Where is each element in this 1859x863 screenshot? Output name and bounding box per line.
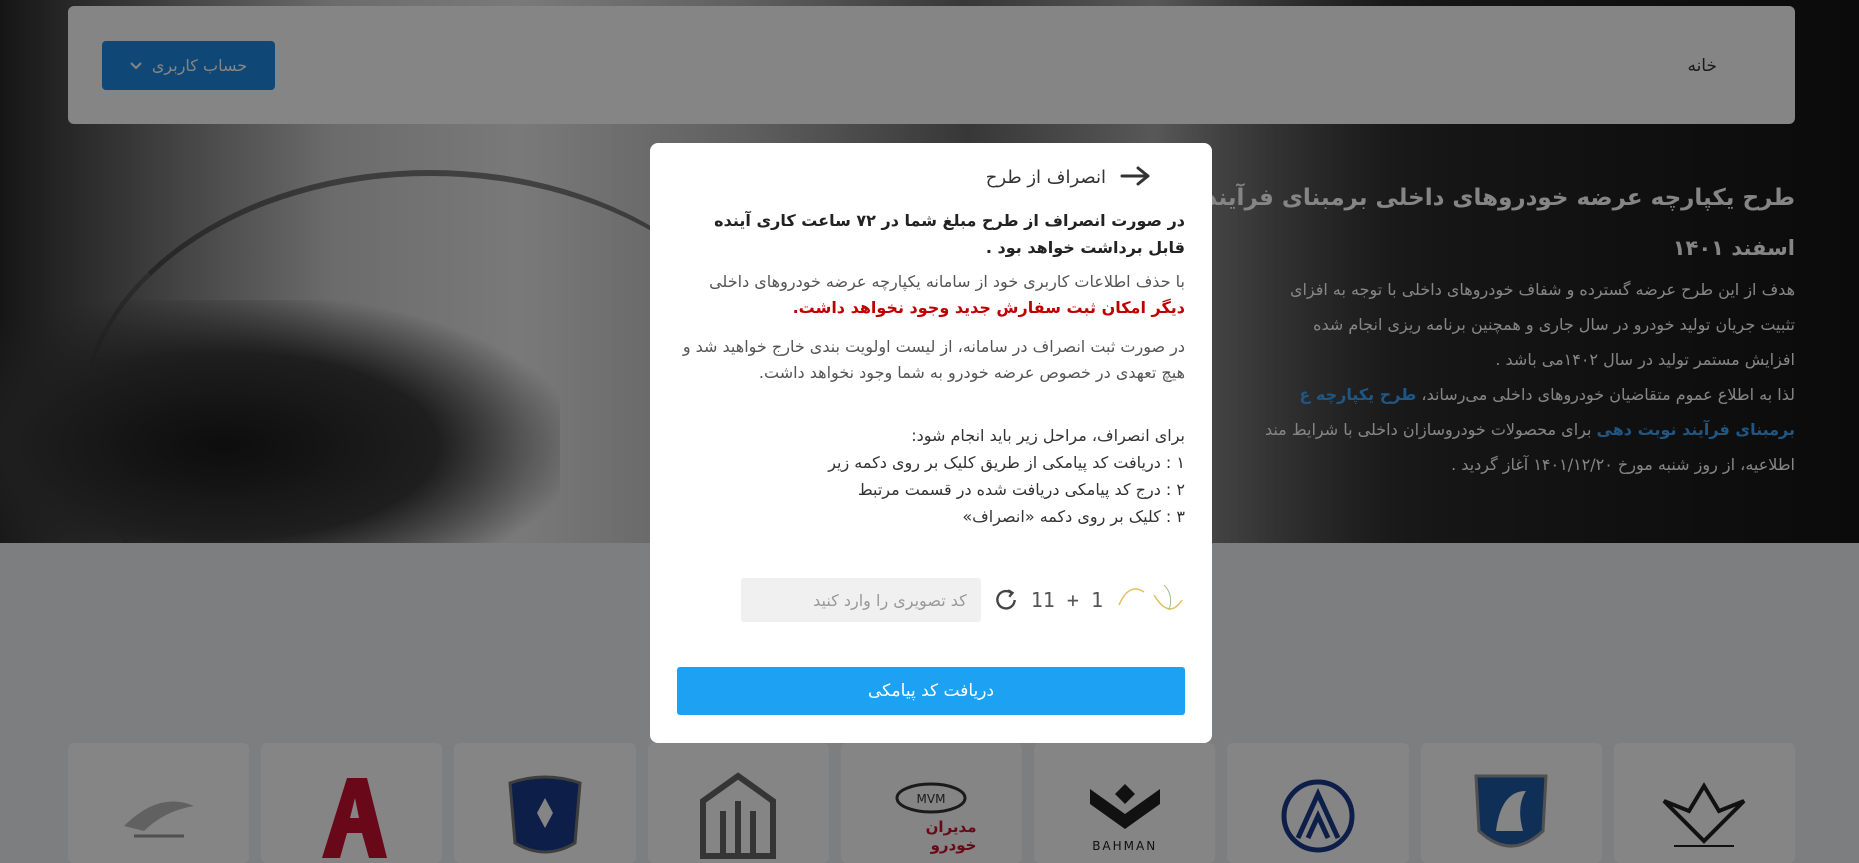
captcha-input[interactable] bbox=[740, 578, 981, 622]
delete-account-text: با حذف اطلاعات کاربری خود از سامانه یکپا… bbox=[709, 272, 1185, 291]
step-item: ۳ : کلیک بر روی دکمه «انصراف» bbox=[962, 507, 1185, 526]
delete-account-warning: دیگر امکان ثبت سفارش جدید وجود نخواهد دا… bbox=[792, 298, 1185, 317]
delete-account-notice: با حذف اطلاعات کاربری خود از سامانه یکپا… bbox=[677, 269, 1185, 321]
step-item: ۱ : دریافت کد پیامکی از طریق کلیک بر روی… bbox=[828, 453, 1185, 472]
priority-notice: در صورت ثبت انصراف در سامانه، از لیست او… bbox=[682, 337, 1185, 382]
captcha-row: 11 + 1 bbox=[677, 578, 1185, 622]
modal-title: انصراف از طرح bbox=[985, 166, 1106, 188]
modal-header: انصراف از طرح bbox=[986, 163, 1150, 191]
refresh-icon[interactable] bbox=[991, 585, 1021, 615]
captcha-image bbox=[1113, 578, 1185, 622]
steps-intro: برای انصراف، مراحل زیر باید انجام شود: bbox=[911, 426, 1185, 445]
get-sms-code-button[interactable]: دریافت کد پیامکی bbox=[677, 667, 1185, 715]
steps-list: برای انصراف، مراحل زیر باید انجام شود: ۱… bbox=[677, 422, 1185, 530]
step-item: ۲ : درج کد پیامکی دریافت شده در قسمت مرت… bbox=[857, 480, 1185, 499]
captcha-expression: 11 + 1 bbox=[1030, 588, 1103, 612]
refund-notice: در صورت انصراف از طرح مبلغ شما در ۷۲ ساع… bbox=[714, 211, 1185, 257]
back-arrow-icon[interactable] bbox=[1120, 163, 1150, 191]
cancel-plan-modal: انصراف از طرح در صورت انصراف از طرح مبلغ… bbox=[650, 143, 1212, 743]
